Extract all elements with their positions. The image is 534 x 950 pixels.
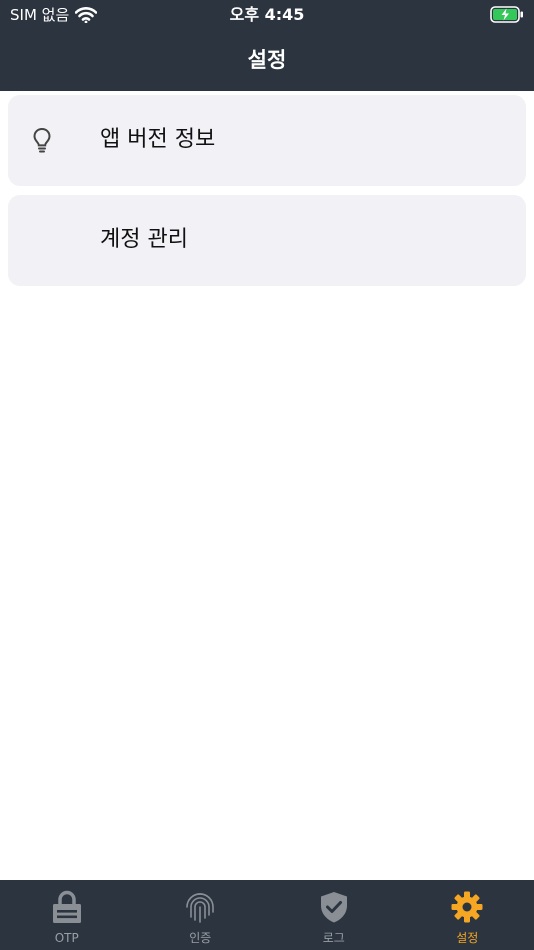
- status-bar: SIM 없음 오후 4:45: [0, 0, 534, 30]
- tab-otp[interactable]: OTP: [0, 880, 134, 950]
- tab-label: 로그: [322, 931, 345, 945]
- tab-label: OTP: [54, 931, 79, 945]
- battery-charging-icon: [490, 6, 523, 23]
- page-title: 설정: [247, 48, 287, 72]
- status-time: 오후 4:45: [229, 5, 305, 24]
- shield-check-icon: [320, 892, 347, 923]
- tab-log[interactable]: 로그: [267, 880, 401, 950]
- tab-label: 인증: [189, 931, 212, 945]
- navigation-bar: 설정: [0, 30, 534, 91]
- tab-auth[interactable]: 인증: [134, 880, 268, 950]
- menu-item-label: 계정 관리: [100, 227, 188, 252]
- lightbulb-icon: [33, 127, 51, 153]
- menu-item-label: 앱 버전 정보: [100, 127, 216, 152]
- tab-label: 설정: [456, 931, 479, 945]
- tab-settings[interactable]: 설정: [401, 880, 534, 950]
- settings-content: 앱 버전 정보 계정 관리: [0, 91, 534, 880]
- menu-item-account-management[interactable]: 계정 관리: [8, 195, 526, 286]
- gear-icon: [451, 891, 483, 923]
- menu-item-app-version[interactable]: 앱 버전 정보: [8, 95, 526, 186]
- fingerprint-icon: [186, 893, 215, 923]
- tab-bar: OTP 인증 로그 설정: [0, 880, 534, 950]
- lock-icon: [52, 890, 81, 923]
